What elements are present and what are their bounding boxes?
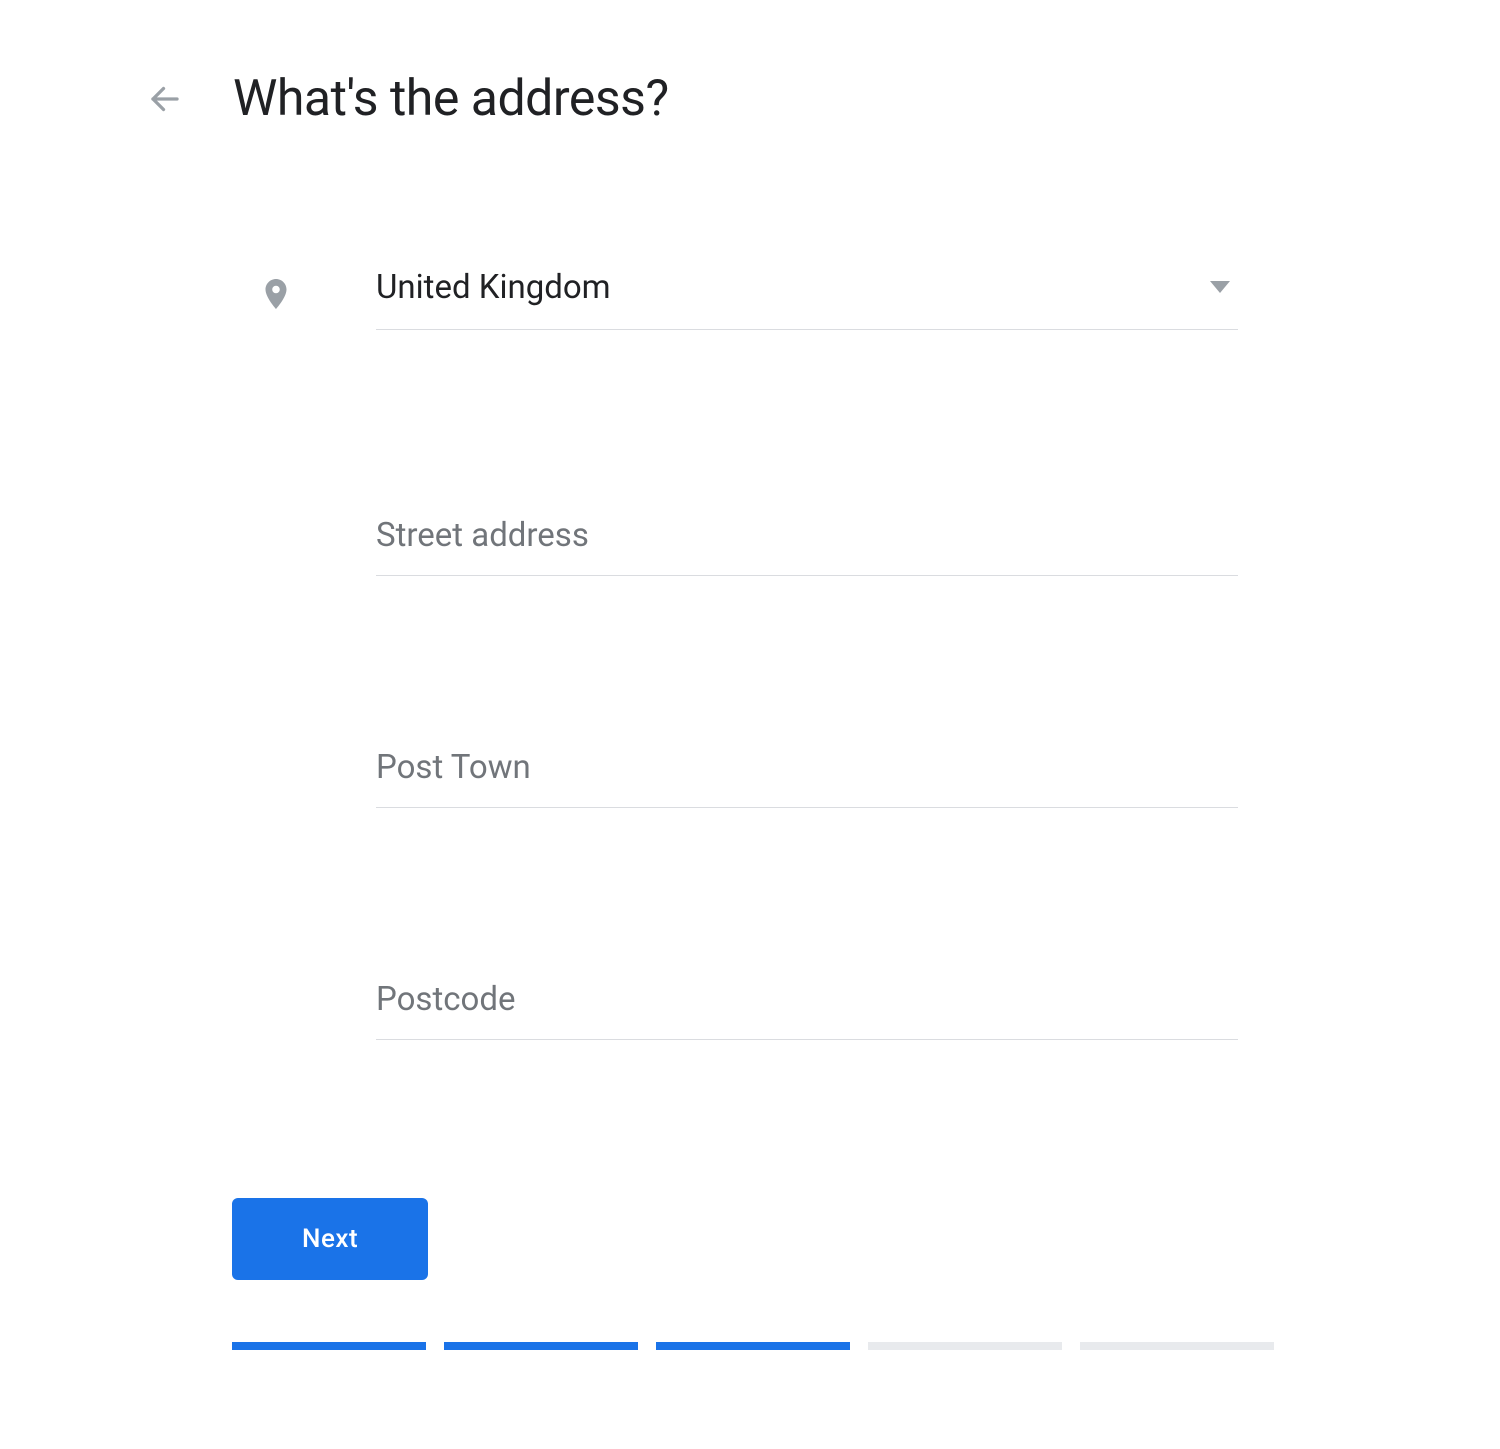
form-row: United Kingdom <box>258 268 1500 1040</box>
progress-step-5 <box>1080 1342 1274 1350</box>
page-header: What's the address? <box>0 70 1500 128</box>
address-form-page: What's the address? United Kingdom <box>0 0 1500 1350</box>
post-town-input[interactable] <box>376 742 1238 808</box>
next-button[interactable]: Next <box>232 1198 428 1280</box>
progress-step-4 <box>868 1342 1062 1350</box>
progress-step-3 <box>656 1342 850 1350</box>
country-select-value: United Kingdom <box>376 268 611 307</box>
address-form: United Kingdom <box>0 268 1500 1040</box>
fields-column: United Kingdom <box>376 268 1238 1040</box>
location-pin-icon <box>258 272 294 316</box>
progress-indicator <box>232 1342 1500 1350</box>
location-icon-wrap <box>258 268 298 320</box>
country-select[interactable]: United Kingdom <box>376 268 1238 330</box>
chevron-down-icon <box>1210 278 1230 297</box>
postcode-input[interactable] <box>376 974 1238 1040</box>
progress-step-2 <box>444 1342 638 1350</box>
progress-step-1 <box>232 1342 426 1350</box>
page-title: What's the address? <box>233 70 669 128</box>
street-address-input[interactable] <box>376 510 1238 576</box>
back-button[interactable] <box>145 79 185 119</box>
arrow-left-icon <box>147 81 183 117</box>
